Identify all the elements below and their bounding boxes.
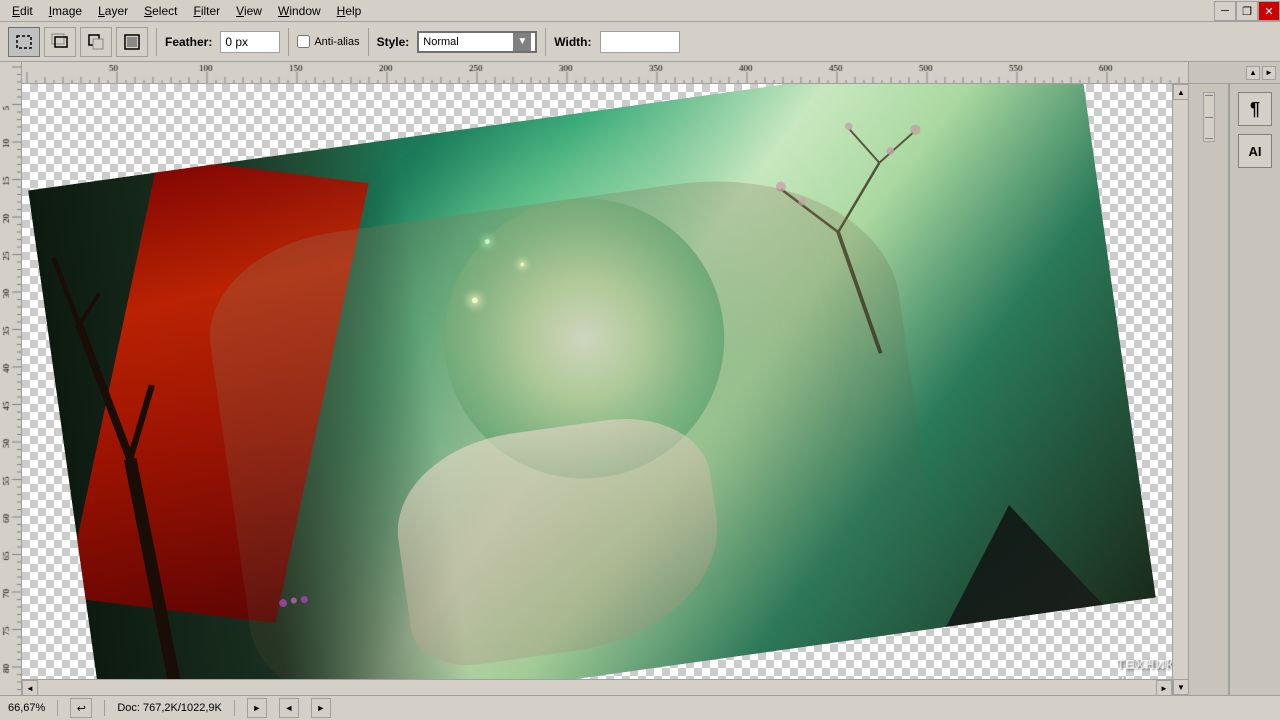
toolbar: Feather: Anti-alias Style: Normal ▼ Widt… bbox=[0, 22, 1280, 62]
status-sep-3 bbox=[234, 700, 235, 716]
style-label: Style: bbox=[377, 35, 410, 49]
scroll-down-button[interactable]: ▼ bbox=[1173, 679, 1188, 695]
minimize-button[interactable]: ─ bbox=[1214, 1, 1236, 21]
zoom-level: 66,67% bbox=[8, 702, 45, 714]
scroll-track-h[interactable] bbox=[38, 680, 1156, 695]
scroll-right-button[interactable]: ► bbox=[1156, 680, 1172, 695]
doc-info: Doc: 767,2K/1022,9K bbox=[117, 702, 222, 714]
history-button[interactable]: ↩ bbox=[70, 698, 92, 718]
artwork-layer bbox=[28, 84, 1156, 695]
status-sep-1 bbox=[57, 700, 58, 716]
play-button[interactable]: ► bbox=[247, 698, 267, 718]
dark-bird bbox=[930, 494, 1103, 627]
style-value: Normal bbox=[423, 36, 458, 48]
style-dropdown[interactable]: Normal ▼ bbox=[417, 31, 537, 53]
scroll-indicator bbox=[1203, 92, 1215, 142]
ai-tool-button[interactable]: AI bbox=[1238, 134, 1272, 168]
paragraph-tool-button[interactable]: ¶ bbox=[1238, 92, 1272, 126]
menu-select[interactable]: Select bbox=[136, 2, 185, 20]
window-controls: ─ ❐ ✕ bbox=[1214, 0, 1280, 22]
history-icon: ↩ bbox=[77, 702, 86, 715]
width-input[interactable] bbox=[600, 31, 680, 53]
panel-scroll-right[interactable]: ► bbox=[1262, 66, 1276, 80]
width-label: Width: bbox=[554, 35, 591, 49]
move-tool[interactable] bbox=[44, 27, 76, 57]
crop-tool[interactable] bbox=[116, 27, 148, 57]
rect-select-tool[interactable] bbox=[8, 27, 40, 57]
scroll-indicator-bar bbox=[1189, 84, 1229, 695]
scroll-left-button[interactable]: ◄ bbox=[22, 680, 38, 695]
right-tool-panel: ¶ AI bbox=[1188, 84, 1280, 695]
menu-bar: Edit Image Layer Select Filter View Wind… bbox=[0, 0, 1280, 22]
artwork-image bbox=[28, 84, 1156, 695]
scroll-track-v[interactable] bbox=[1173, 100, 1188, 679]
horizontal-scrollbar[interactable]: ◄ ► bbox=[22, 679, 1172, 695]
toolbar-separator-4 bbox=[545, 28, 546, 56]
status-bar: 66,67% ↩ Doc: 767,2K/1022,9K ► ◄ ► bbox=[0, 695, 1280, 720]
nav-prev-button[interactable]: ◄ bbox=[279, 698, 299, 718]
menu-filter[interactable]: Filter bbox=[185, 2, 228, 20]
left-ruler bbox=[0, 62, 22, 695]
menu-edit[interactable]: Edit bbox=[4, 2, 41, 20]
vertical-scrollbar[interactable]: ▲ ▼ bbox=[1172, 84, 1188, 695]
canvas-wrapper[interactable]: ТЕХНИК: ua ▲ ▼ ◄ ► bbox=[22, 84, 1188, 695]
menu-layer[interactable]: Layer bbox=[90, 2, 136, 20]
top-ruler bbox=[22, 62, 1188, 84]
antialias-container[interactable]: Anti-alias bbox=[297, 35, 359, 48]
scroll-up-button[interactable]: ▲ bbox=[1173, 84, 1188, 100]
toolbar-separator-2 bbox=[288, 28, 289, 56]
close-button[interactable]: ✕ bbox=[1258, 1, 1280, 21]
style-dropdown-arrow: ▼ bbox=[513, 33, 531, 51]
menu-help[interactable]: Help bbox=[329, 2, 370, 20]
right-panels: ▲ ► ¶ AI bbox=[1188, 62, 1280, 695]
toolbar-separator-1 bbox=[156, 28, 157, 56]
menu-window[interactable]: Window bbox=[270, 2, 329, 20]
status-sep-2 bbox=[104, 700, 105, 716]
top-panel-controls: ▲ ► bbox=[1188, 62, 1280, 84]
transform-tool[interactable] bbox=[80, 27, 112, 57]
canvas-container[interactable]: ТЕХНИК: ua ▲ ▼ ◄ ► bbox=[22, 62, 1188, 695]
antialias-label: Anti-alias bbox=[314, 36, 359, 48]
menu-view[interactable]: View bbox=[228, 2, 270, 20]
toolbar-separator-3 bbox=[368, 28, 369, 56]
far-right-tool-panel: ¶ AI bbox=[1229, 84, 1280, 695]
main-area: ТЕХНИК: ua ▲ ▼ ◄ ► ▲ ► bbox=[0, 62, 1280, 695]
nav-next-button[interactable]: ► bbox=[311, 698, 331, 718]
feather-label: Feather: bbox=[165, 35, 212, 49]
antialias-checkbox[interactable] bbox=[297, 35, 310, 48]
panel-scroll-up[interactable]: ▲ bbox=[1246, 66, 1260, 80]
feather-input[interactable] bbox=[220, 31, 280, 53]
menu-image[interactable]: Image bbox=[41, 2, 90, 20]
restore-button[interactable]: ❐ bbox=[1236, 1, 1258, 21]
